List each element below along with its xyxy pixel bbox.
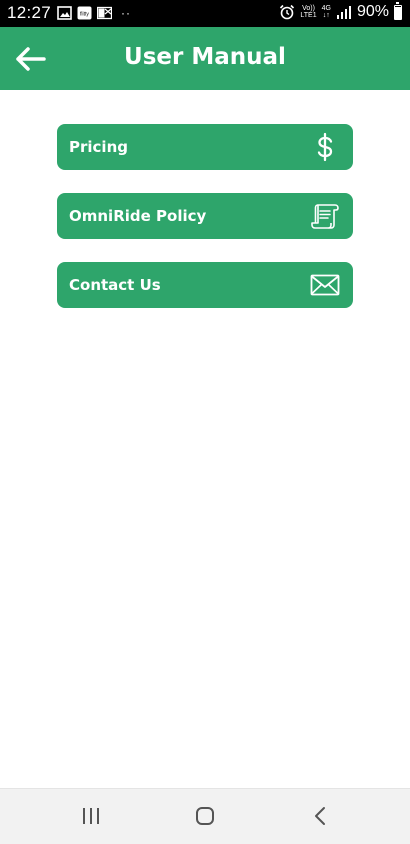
pricing-button[interactable]: Pricing: [57, 124, 353, 170]
contact-us-label: Contact Us: [69, 276, 161, 294]
battery-percentage: 90%: [356, 3, 389, 20]
dollar-icon: [317, 132, 333, 162]
lte-label: LTE1: [300, 12, 317, 19]
status-system-icons: Vo)) LTE1 4G ↓↑ 90%: [279, 1, 402, 21]
home-button[interactable]: [190, 803, 220, 829]
data-type-label: 4G: [321, 5, 331, 12]
home-icon: [196, 807, 214, 825]
system-navigation-bar: [0, 788, 410, 844]
nav-back-button[interactable]: [305, 803, 335, 829]
scroll-document-icon: [311, 204, 339, 229]
pricing-label: Pricing: [69, 138, 128, 156]
svg-text:flitty: flitty: [80, 12, 89, 18]
back-chevron-icon: [315, 807, 325, 825]
page-title: User Manual: [124, 44, 286, 70]
flitty-icon: flitty: [77, 6, 92, 20]
envelope-icon: [310, 274, 340, 296]
status-bar: 12:27 flitty ·· Vo)) LTE1 4G ↓↑ 90%: [0, 0, 410, 27]
signal-icon: [336, 6, 351, 19]
recent-apps-button[interactable]: [76, 803, 106, 829]
volte-indicator: Vo)) LTE1: [300, 5, 316, 19]
volte-label: Vo)): [302, 5, 315, 12]
contact-us-button[interactable]: Contact Us: [57, 262, 353, 308]
data-activity-arrows: ↓↑: [322, 12, 330, 19]
recent-apps-icon: [83, 808, 99, 824]
status-more-dots: ··: [121, 6, 131, 20]
data-indicator: 4G ↓↑: [322, 5, 331, 19]
user-manual-menu: Pricing OmniRide Policy Contact Us: [57, 124, 353, 331]
outlook-icon: [97, 6, 112, 20]
image-icon: [57, 6, 72, 20]
omniride-policy-button[interactable]: OmniRide Policy: [57, 193, 353, 239]
battery-icon: [394, 1, 402, 20]
status-time: 12:27: [7, 3, 52, 22]
app-bar: User Manual: [0, 27, 410, 90]
alarm-icon: [280, 4, 295, 20]
status-notification-icons: flitty ··: [57, 6, 131, 20]
omniride-policy-label: OmniRide Policy: [69, 207, 207, 225]
